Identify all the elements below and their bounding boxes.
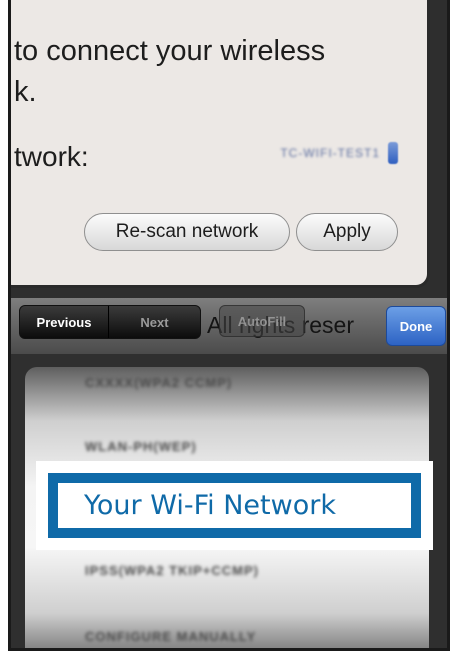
wifi-settings-dialog: to connect your wireless k. twork: TC-WI… (11, 0, 430, 288)
network-select-value: TC-WIFI-TEST1 (280, 146, 380, 160)
picker-item[interactable]: WLAN-PH(WEP) (85, 439, 197, 454)
picker-item[interactable]: IPSS(WPA2 TKIP+CCMP) (85, 563, 259, 578)
apply-button[interactable]: Apply (296, 213, 398, 251)
highlight-callout: Your Wi-Fi Network (36, 461, 433, 550)
network-label: twork: (14, 141, 89, 172)
keyboard-accessory-toolbar: All rights reser Previous Next AutoFill … (11, 298, 447, 354)
select-arrow-icon (388, 142, 398, 164)
prev-next-segmented-control: Previous Next (19, 305, 201, 339)
device-screen: to connect your wireless k. twork: TC-WI… (8, 0, 450, 651)
autofill-button[interactable]: AutoFill (219, 305, 305, 337)
rescan-network-button[interactable]: Re-scan network (84, 213, 290, 251)
selected-network-highlight[interactable]: Your Wi-Fi Network (48, 473, 421, 538)
selected-network-label: Your Wi-Fi Network (84, 490, 336, 521)
done-button[interactable]: Done (386, 306, 446, 346)
instruction-text: to connect your wireless k. (14, 35, 326, 108)
next-button[interactable]: Next (109, 306, 200, 338)
picker-item[interactable]: CONFIGURE MANUALLY (85, 629, 256, 644)
network-select[interactable]: TC-WIFI-TEST1 (194, 139, 398, 167)
previous-button[interactable]: Previous (20, 306, 109, 338)
picker-item[interactable]: CXXXX(WPA2 CCMP) (85, 375, 232, 390)
